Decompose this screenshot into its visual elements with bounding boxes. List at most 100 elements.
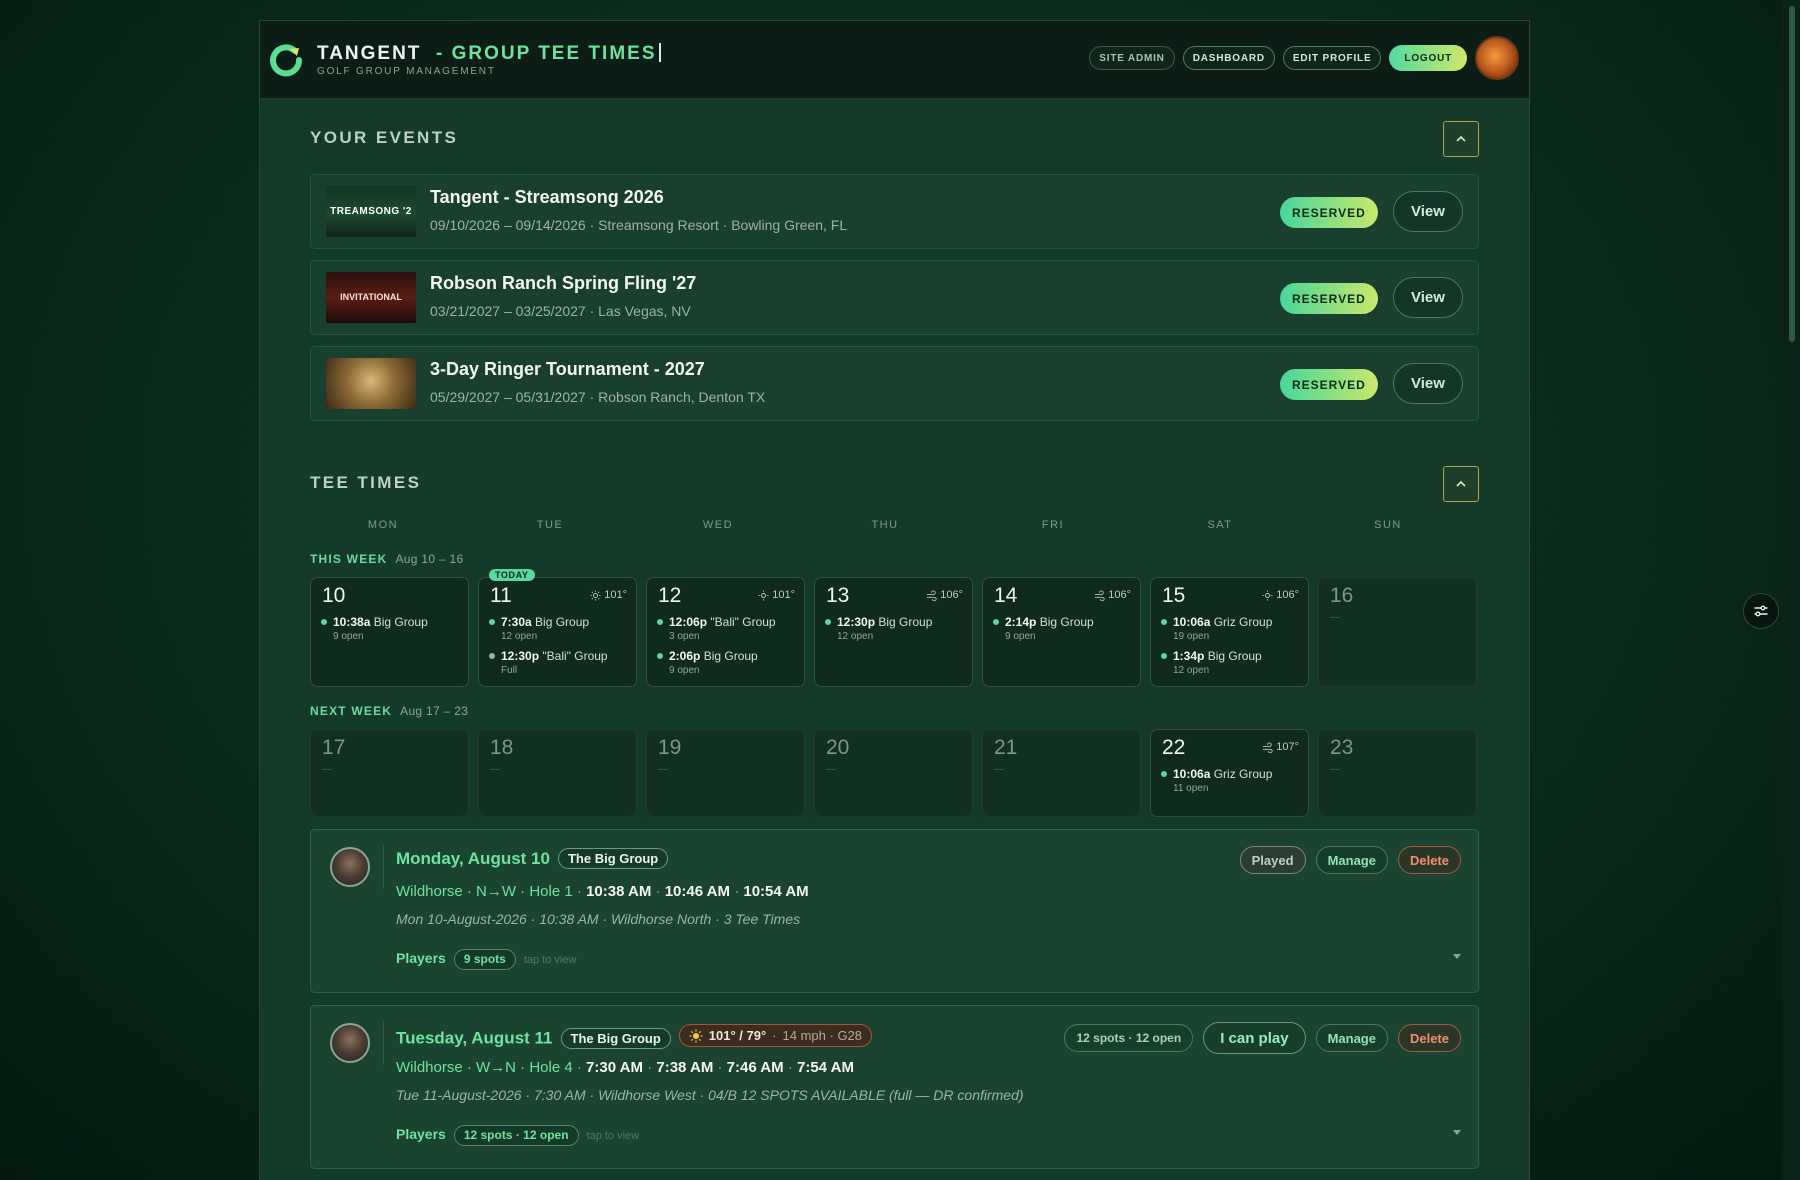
calendar-day-empty[interactable]: 17 — — [310, 729, 469, 817]
slot-time: 7:30a — [501, 615, 532, 629]
tee-time-card[interactable]: Tuesday, August 11 The Big Group 101° / 79… — [310, 1005, 1479, 1169]
tap-hint: tap to view — [523, 954, 577, 966]
day-temp: 107° — [1276, 741, 1299, 753]
view-event-button[interactable]: View — [1393, 363, 1463, 404]
events-collapse-button[interactable] — [1443, 121, 1479, 157]
card-route: Wildhorse · W→N · Hole 4 · 7:30 AM · 7:3… — [396, 1059, 854, 1076]
slot-group: Griz Group — [1213, 767, 1273, 781]
tee-times-collapse-button[interactable] — [1443, 466, 1479, 502]
status-dot — [1161, 619, 1167, 625]
status-dot — [657, 653, 663, 659]
delete-button[interactable]: Delete — [1397, 1024, 1461, 1052]
day-temp: 101° — [772, 589, 795, 601]
day-number: 13 — [826, 584, 850, 607]
tee-time: 7:38 AM — [656, 1059, 714, 1076]
day-number: 20 — [826, 736, 850, 759]
event-row[interactable]: INVITATIONAL Robson Ranch Spring Fling '… — [310, 260, 1479, 335]
event-row[interactable]: 3-Day Ringer Tournament - 2027 05/29/202… — [310, 346, 1479, 421]
tee-time: 7:30 AM — [586, 1059, 644, 1076]
slot-open: 12 open — [837, 631, 874, 642]
logout-button[interactable]: LOGOUT — [1389, 45, 1467, 71]
played-button[interactable]: Played — [1239, 846, 1306, 874]
dow-label: THU — [871, 519, 899, 531]
next-week-label: NEXT WEEK Aug 17 – 23 — [310, 704, 468, 718]
day-weather: 106° — [926, 589, 963, 601]
calendar-day[interactable]: 13 106° 12:30p Big Group 12 open — [814, 577, 973, 687]
empty-dash: — — [1330, 764, 1340, 775]
tee-slot[interactable]: 10:06a Griz Group — [1161, 767, 1272, 781]
day-temp: 106° — [1276, 589, 1299, 601]
calendar-day-empty[interactable]: 16 — — [1318, 577, 1477, 687]
players-row[interactable]: Players 9 spots tap to view — [396, 949, 576, 970]
tee-slot[interactable]: 10:38a Big Group — [321, 615, 428, 629]
calendar-day-empty[interactable]: 19 — — [646, 729, 805, 817]
slot-group: Big Group — [535, 615, 590, 629]
tee-slot[interactable]: 2:06p Big Group — [657, 649, 758, 663]
tee-slot[interactable]: 12:30p "Bali" Group — [489, 649, 608, 663]
page-scrollbar[interactable] — [1782, 0, 1800, 1180]
calendar-day-empty[interactable]: 21 — — [982, 729, 1141, 817]
tee-slot[interactable]: 7:30a Big Group — [489, 615, 589, 629]
status-dot — [657, 619, 663, 625]
delete-button[interactable]: Delete — [1397, 846, 1461, 874]
sun-icon — [1262, 589, 1273, 601]
players-row[interactable]: Players 12 spots · 12 open tap to view — [396, 1125, 639, 1146]
calendar-day[interactable]: 12 101° 12:06p "Bali" Group 3 open 2:06p… — [646, 577, 805, 687]
empty-dash: — — [490, 764, 500, 775]
tee-slot[interactable]: 10:06a Griz Group — [1161, 615, 1272, 629]
calendar-day-empty[interactable]: 23 — — [1318, 729, 1477, 817]
view-event-button[interactable]: View — [1393, 191, 1463, 232]
nav-site-admin[interactable]: SITE ADMIN — [1089, 46, 1175, 70]
tee-slot[interactable]: 1:34p Big Group — [1161, 649, 1262, 663]
nav-dashboard[interactable]: DASHBOARD — [1182, 46, 1275, 70]
wind-icon — [1263, 741, 1273, 753]
calendar-day[interactable]: 15 106° 10:06a Griz Group 19 open 1:34p … — [1150, 577, 1309, 687]
day-number: 11 — [490, 584, 512, 607]
calendar-day-empty[interactable]: 20 — — [814, 729, 973, 817]
status-dot — [1161, 653, 1167, 659]
calendar-day-empty[interactable]: 18 — — [478, 729, 637, 817]
day-number: 10 — [322, 584, 346, 607]
day-number: 22 — [1162, 736, 1186, 759]
event-title: 3-Day Ringer Tournament - 2027 — [430, 359, 705, 379]
tee-time-card[interactable]: Monday, August 10 The Big Group Played Ma… — [310, 829, 1479, 993]
card-header: Tuesday, August 11 The Big Group 101° / 79… — [396, 1024, 873, 1049]
view-event-button[interactable]: View — [1393, 277, 1463, 318]
user-avatar[interactable] — [1475, 36, 1519, 80]
event-subtitle: 05/29/2027 – 05/31/2027 · Robson Ranch, … — [430, 389, 766, 405]
this-week-label: THIS WEEK Aug 10 – 16 — [310, 552, 464, 566]
slot-group: Griz Group — [1213, 615, 1273, 629]
weather-temps: 101° / 79° — [708, 1028, 767, 1043]
calendar-day-today[interactable]: TODAY 11 101° 7:30a Big Group 12 open 12… — [478, 569, 637, 687]
calendar-day[interactable]: 22 107° 10:06a Griz Group 11 open — [1150, 729, 1309, 817]
day-temp: 106° — [940, 589, 963, 601]
expand-chevron-icon[interactable] — [1453, 1130, 1461, 1135]
tee-slot[interactable]: 2:14p Big Group — [993, 615, 1094, 629]
app-subtitle: GOLF GROUP MANAGEMENT — [317, 66, 496, 77]
event-row[interactable]: TREAMSONG '2 Tangent - Streamsong 2026 0… — [310, 174, 1479, 249]
slot-group: Big Group — [703, 649, 758, 663]
divider — [383, 1020, 384, 1065]
scrollbar-thumb[interactable] — [1789, 6, 1795, 342]
calendar-day[interactable]: 10 10:38a Big Group 9 open — [310, 577, 469, 687]
calendar-day[interactable]: 14 106° 2:14p Big Group 9 open — [982, 577, 1141, 687]
tee-slot[interactable]: 12:06p "Bali" Group — [657, 615, 776, 629]
tee-slot[interactable]: 12:30p Big Group — [825, 615, 932, 629]
top-nav: SITE ADMIN DASHBOARD EDIT PROFILE LOGOUT — [1089, 36, 1519, 80]
spots-badge: 9 spots — [453, 949, 516, 970]
slot-open: 3 open — [669, 631, 700, 642]
manage-button[interactable]: Manage — [1315, 846, 1388, 874]
slot-time: 2:14p — [1005, 615, 1037, 629]
i-can-play-button[interactable]: I can play — [1203, 1022, 1306, 1054]
group-badge: The Big Group — [560, 1027, 671, 1049]
slot-group: "Bali" Group — [542, 649, 608, 663]
tee-time: 7:46 AM — [726, 1059, 784, 1076]
settings-toggle-button[interactable] — [1743, 593, 1779, 629]
day-weather: 106° — [1262, 589, 1299, 601]
expand-chevron-icon[interactable] — [1453, 954, 1461, 959]
nav-edit-profile[interactable]: EDIT PROFILE — [1282, 46, 1382, 70]
manage-button[interactable]: Manage — [1315, 1024, 1388, 1052]
event-thumbnail — [326, 358, 416, 409]
slot-time: 10:06a — [1173, 615, 1211, 629]
status-dot — [1161, 771, 1167, 777]
